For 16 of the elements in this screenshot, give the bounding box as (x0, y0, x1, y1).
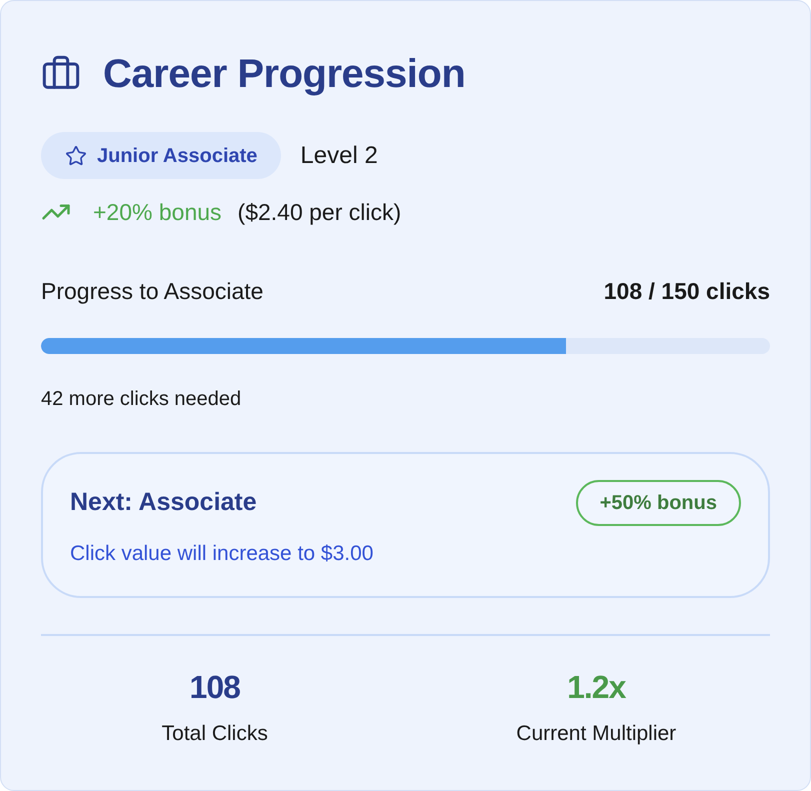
level-label: Level 2 (300, 140, 378, 170)
progress-reading: 108 / 150 clicks (604, 276, 770, 306)
next-bonus-badge: +50% bonus (576, 480, 741, 526)
star-icon (65, 144, 87, 166)
rank-title: Junior Associate (97, 144, 258, 168)
stat-value: 108 (190, 669, 240, 705)
next-rank-description: Click value will increase to $3.00 (70, 541, 374, 567)
stat-label: Current Multiplier (516, 721, 676, 747)
bonus-value: +20% bonus (93, 198, 222, 227)
per-click-value: ($2.40 per click) (238, 198, 402, 227)
remaining-clicks-text: 42 more clicks needed (41, 387, 242, 412)
stat-value: 1.2x (567, 669, 626, 705)
next-rank-title: Next: Associate (70, 487, 257, 518)
progress-label: Progress to Associate (41, 276, 264, 306)
card-title: Career Progression (103, 51, 466, 98)
stat-label: Total Clicks (162, 721, 268, 747)
